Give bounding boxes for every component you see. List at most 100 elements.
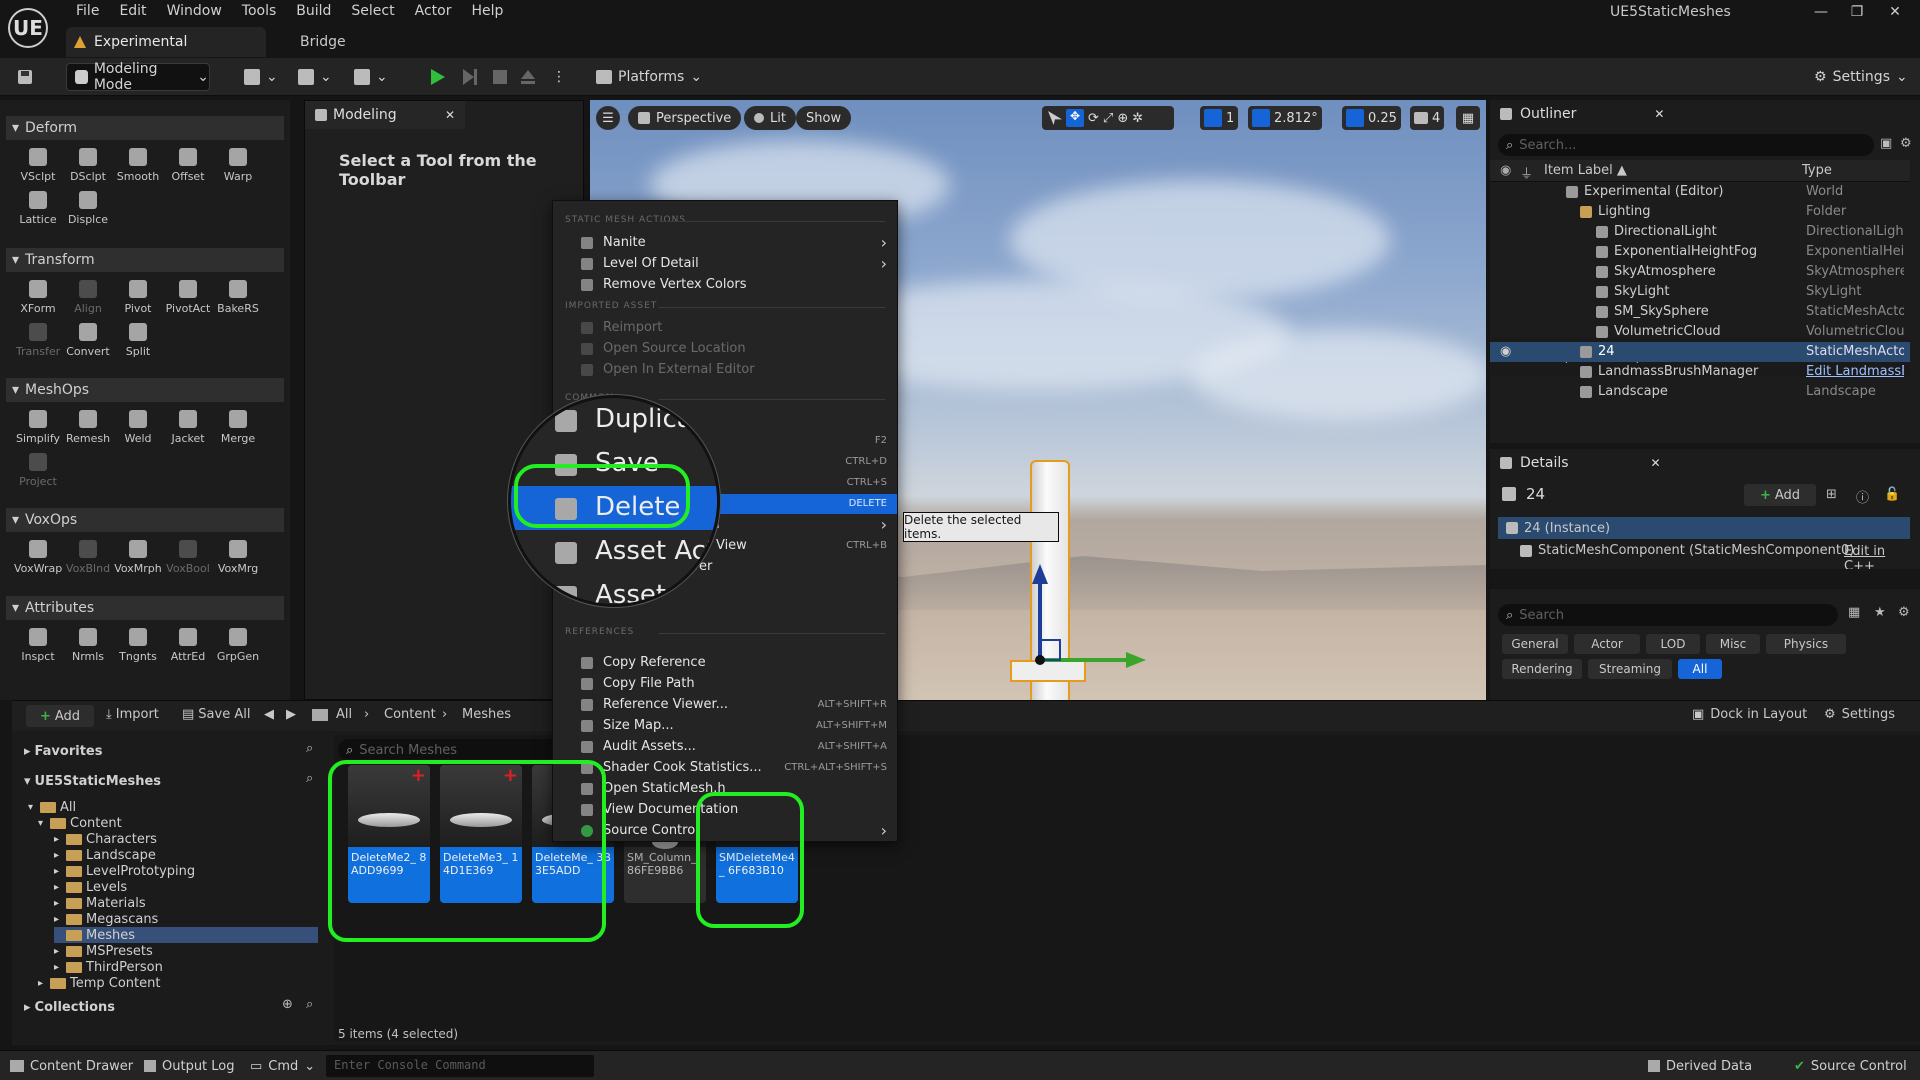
search-icon[interactable]: ⌕ xyxy=(306,997,313,1012)
drawer-settings-button[interactable]: ⚙ Settings xyxy=(1824,707,1895,722)
star-icon[interactable]: ★ xyxy=(1874,605,1886,620)
menu-item-reimport[interactable]: Reimport xyxy=(553,318,897,338)
tool-dsclpt[interactable]: DSclpt xyxy=(64,148,112,183)
help-icon[interactable]: ⓘ xyxy=(1856,487,1869,506)
save-icon[interactable] xyxy=(16,64,34,90)
tool-lattice[interactable]: Lattice xyxy=(14,191,62,226)
gizmo-icon[interactable] xyxy=(1020,560,1160,680)
grid-snap[interactable]: 1 xyxy=(1200,106,1239,130)
tool-attred[interactable]: AttrEd xyxy=(164,628,212,663)
outliner-row[interactable]: VolumetricCloud VolumetricCloud xyxy=(1490,322,1910,342)
tool-inspct[interactable]: Inspct xyxy=(14,628,62,663)
menu-file[interactable]: File xyxy=(66,0,109,24)
lock-icon[interactable]: 🔓 xyxy=(1884,487,1900,502)
folder-icon[interactable] xyxy=(312,709,328,721)
world-icon[interactable]: ⊕ xyxy=(1117,111,1128,126)
more-options-icon[interactable]: ⋮ xyxy=(552,64,566,90)
scale-icon[interactable]: ⤢ xyxy=(1103,111,1113,126)
folder-levels[interactable]: ▸ Levels xyxy=(54,879,127,895)
item-label-column[interactable]: Item Label ▲ xyxy=(1544,163,1627,178)
category-misc[interactable]: Misc xyxy=(1706,634,1760,654)
maximize-icon[interactable]: ❐ xyxy=(1842,4,1872,24)
cmd-dropdown[interactable]: ▭ Cmd ⌄ xyxy=(250,1055,315,1077)
tool-smooth[interactable]: Smooth xyxy=(114,148,162,183)
rotate-icon[interactable]: ⟳ xyxy=(1088,111,1099,126)
tool-displce[interactable]: Displce xyxy=(64,191,112,226)
settings-button[interactable]: ⚙ Settings ⌄ xyxy=(1814,64,1908,90)
back-icon[interactable]: ◀ xyxy=(264,707,274,722)
step-icon[interactable] xyxy=(462,64,478,90)
category-streaming[interactable]: Streaming xyxy=(1588,659,1672,679)
type-column[interactable]: Type xyxy=(1802,163,1832,178)
menu-item-remove-vertex-colors[interactable]: Remove Vertex Colors xyxy=(553,275,897,295)
component-row[interactable]: StaticMeshComponent (StaticMeshComponent… xyxy=(1520,543,1854,558)
menu-select[interactable]: Select xyxy=(341,0,404,24)
folder-all[interactable]: ▾ All xyxy=(28,799,76,815)
folder-mspresets[interactable]: ▸ MSPresets xyxy=(54,943,153,959)
section-deform[interactable]: ▾ Deform xyxy=(6,116,284,140)
scale-snap[interactable]: 0.25 xyxy=(1342,106,1401,130)
save-all-button[interactable]: ▤ Save All xyxy=(182,707,250,722)
add-component-button[interactable]: + Add xyxy=(1744,484,1816,506)
console-input[interactable]: Enter Console Command xyxy=(326,1055,594,1077)
blueprint-icon[interactable]: ⌄ xyxy=(298,64,332,90)
details-search-input[interactable]: ⌕ Search xyxy=(1498,604,1838,626)
pin-icon[interactable]: ⏚ xyxy=(1520,163,1533,182)
folder-characters[interactable]: ▸ Characters xyxy=(54,831,157,847)
breadcrumb-meshes[interactable]: Meshes xyxy=(462,707,511,722)
tool-project[interactable]: Project xyxy=(14,453,62,488)
outliner-row[interactable]: SM_SkySphere StaticMeshActor xyxy=(1490,302,1910,322)
search-icon[interactable]: ⌕ xyxy=(306,741,313,756)
tool-pivot[interactable]: Pivot xyxy=(114,280,162,315)
folder-content[interactable]: ▾ Content xyxy=(38,815,122,831)
rotation-snap[interactable]: 2.812° xyxy=(1248,106,1322,130)
import-button[interactable]: ⤓ Import xyxy=(106,707,159,722)
folder-temp-content[interactable]: ▸ Temp Content xyxy=(38,975,160,991)
actor-name[interactable]: 24 xyxy=(1526,485,1545,503)
category-rendering[interactable]: Rendering xyxy=(1502,659,1582,679)
tab-modeling[interactable]: Modeling ✕ xyxy=(305,101,465,129)
actor-type[interactable]: Edit LandmassB xyxy=(1806,364,1904,379)
tool-xform[interactable]: XForm xyxy=(14,280,62,315)
category-actor[interactable]: Actor xyxy=(1574,634,1640,654)
gear-icon[interactable]: ⚙ xyxy=(1900,136,1912,151)
menu-item-open-source-location[interactable]: Open Source Location xyxy=(553,339,897,359)
tool-simplify[interactable]: Simplify xyxy=(14,410,62,445)
translate-icon[interactable]: ✥ xyxy=(1066,109,1084,127)
tab-experimental[interactable]: Experimental xyxy=(66,27,266,57)
tool-merge[interactable]: Merge xyxy=(214,410,262,445)
show-button[interactable]: Show xyxy=(796,106,852,130)
visibility-icon[interactable]: ◉ xyxy=(1500,163,1511,178)
unreal-logo-icon[interactable]: UE xyxy=(8,8,48,48)
section-voxops[interactable]: ▾ VoxOps xyxy=(6,508,284,532)
add-collection-icon[interactable]: ⊕ xyxy=(282,997,293,1012)
add-actor-icon[interactable]: ⌄ xyxy=(244,64,278,90)
tool-tngnts[interactable]: Tngnts xyxy=(114,628,162,663)
menu-item-copy-reference[interactable]: Copy Reference xyxy=(553,653,897,673)
menu-window[interactable]: Window xyxy=(157,0,232,24)
close-icon[interactable]: ✕ xyxy=(1651,456,1661,470)
close-icon[interactable]: ✕ xyxy=(1654,107,1664,121)
outliner-row[interactable]: SkyLight SkyLight xyxy=(1490,282,1910,302)
project-section[interactable]: ▾ UE5StaticMeshes xyxy=(24,773,161,789)
favorites-section[interactable]: ▸ Favorites xyxy=(24,743,102,759)
outliner-row[interactable]: Lighting Folder xyxy=(1490,202,1910,222)
tool-split[interactable]: Split xyxy=(114,323,162,358)
tool-transfer[interactable]: Transfer xyxy=(14,323,62,358)
stop-icon[interactable] xyxy=(492,64,508,90)
section-transform[interactable]: ▾ Transform xyxy=(6,248,284,272)
derived-data-button[interactable]: Derived Data xyxy=(1648,1055,1752,1077)
minimize-icon[interactable]: — xyxy=(1806,4,1836,24)
dock-in-layout-button[interactable]: ▣ Dock in Layout xyxy=(1692,707,1807,722)
tool-vsclpt[interactable]: VSclpt xyxy=(14,148,62,183)
perspective-button[interactable]: Perspective xyxy=(628,106,742,130)
folder-materials[interactable]: ▸ Materials xyxy=(54,895,146,911)
collections-section[interactable]: ▸ Collections xyxy=(24,999,115,1015)
add-button[interactable]: + Add xyxy=(26,705,94,727)
viewport-menu-icon[interactable]: ☰ xyxy=(596,106,620,130)
outliner-row[interactable]: DirectionalLight DirectionalLight xyxy=(1490,222,1910,242)
output-log-button[interactable]: Output Log xyxy=(144,1055,235,1077)
outliner-row[interactable]: ◉ 24 StaticMeshActor xyxy=(1490,342,1910,362)
tool-offset[interactable]: Offset xyxy=(164,148,212,183)
cinematics-icon[interactable]: ⌄ xyxy=(354,64,388,90)
